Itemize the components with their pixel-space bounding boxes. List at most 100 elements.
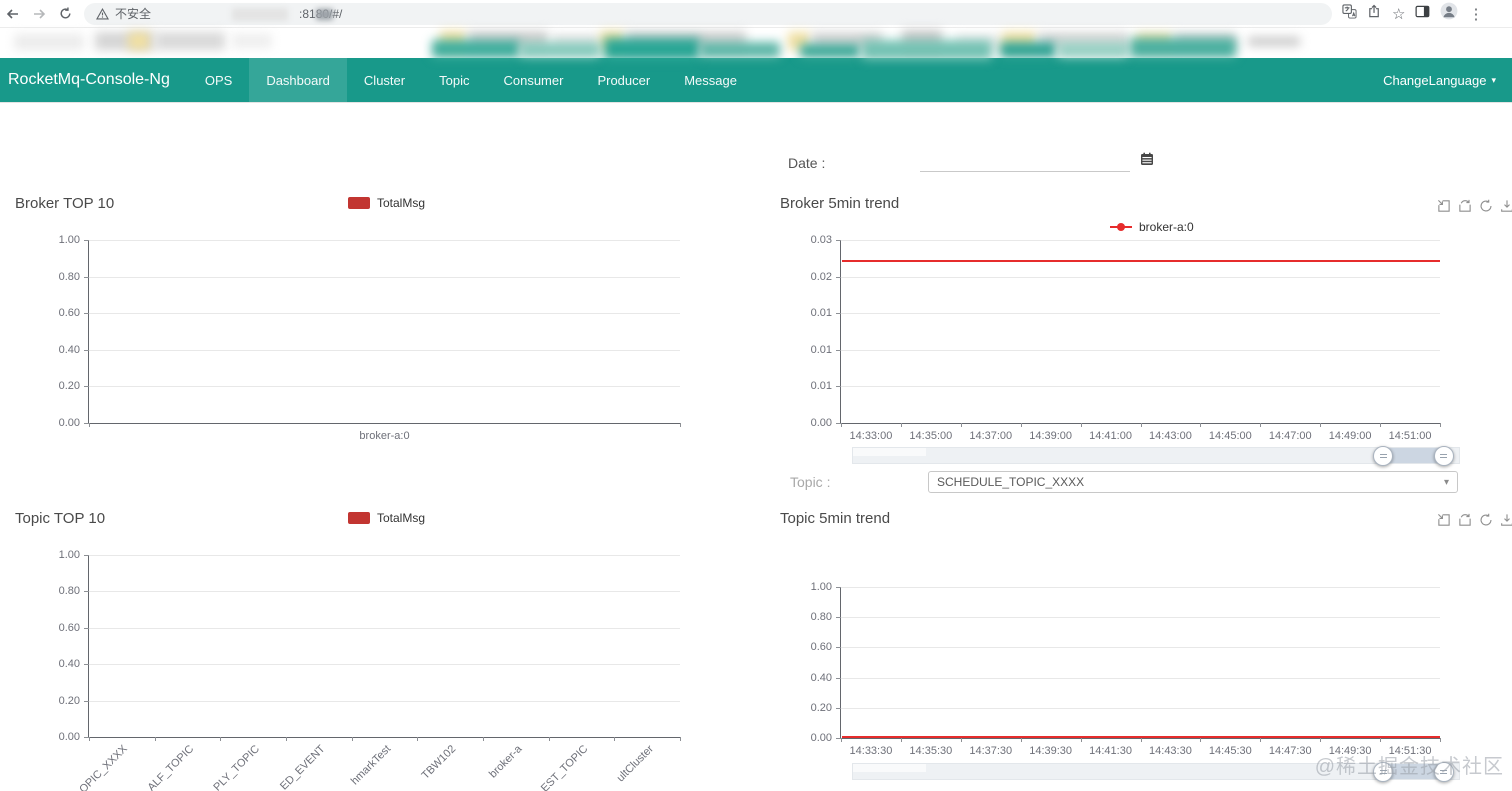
address-bar[interactable]: 不安全 :8180/#/ <box>84 2 1332 25</box>
topic-top10-legend[interactable]: TotalMsg <box>348 511 425 525</box>
gridline <box>841 313 1440 315</box>
y-axis-tick <box>84 627 89 629</box>
y-axis-tick <box>836 587 841 588</box>
page: 不安全 :8180/#/ ☆ ⋮ <box>0 0 1512 791</box>
back-icon[interactable] <box>0 1 26 27</box>
redacted-url-part <box>232 7 288 21</box>
x-tick-label: 14:41:00 <box>1089 430 1132 442</box>
app-brand[interactable]: RocketMq-Console-Ng <box>0 58 180 102</box>
broker-trend-chart[interactable]: 0.03 0.02 0.01 0.01 0.01 0.00 14:33:00 14:35:00… <box>811 234 1441 442</box>
broker-trend-datazoom-slider[interactable] <box>852 445 1460 466</box>
y-tick-label: 0.00 <box>810 732 832 744</box>
translate-icon[interactable] <box>1342 3 1357 24</box>
y-axis-tick <box>836 240 841 241</box>
gridline <box>89 700 680 702</box>
date-label: Date : <box>788 155 826 171</box>
x-tick-label: 14:43:30 <box>1149 745 1192 757</box>
x-tick-label: 14:47:00 <box>1268 430 1312 442</box>
gridline <box>841 386 1440 388</box>
gridline <box>89 386 680 388</box>
y-axis-tick <box>84 591 89 593</box>
reload-icon[interactable] <box>52 1 78 27</box>
data-zoom-icon[interactable] <box>1437 199 1451 213</box>
topic-top10-title: Topic TOP 10 <box>15 510 106 527</box>
x-tick-label-text: hmarkTest <box>348 743 393 788</box>
y-axis-tick <box>836 313 841 315</box>
download-icon[interactable] <box>1500 199 1512 213</box>
restore-zoom-icon[interactable] <box>1458 513 1472 527</box>
broker-top10-legend[interactable]: TotalMsg <box>348 196 425 210</box>
y-axis-tick <box>836 617 841 619</box>
trend-series-line <box>842 259 1440 262</box>
broker-top10-chart[interactable]: 1.00 0.80 0.60 0.40 0.20 0.00 broker-a:0 <box>59 234 681 442</box>
gridline <box>841 707 1440 709</box>
x-tick-label: 14:49:00 <box>1328 430 1372 442</box>
y-tick-label: 0.00 <box>810 417 832 429</box>
x-axis-tick <box>1080 738 1082 742</box>
nav-item-ops[interactable]: OPS <box>188 58 249 102</box>
x-tick-label-text: EST_TOPIC <box>538 743 590 791</box>
y-tick-label: 0.01 <box>810 343 832 356</box>
gridline <box>841 276 1440 278</box>
y-axis-tick <box>84 386 89 388</box>
refresh-icon[interactable] <box>1479 513 1493 527</box>
side-panel-icon[interactable] <box>1415 4 1430 24</box>
y-tick-label: 0.40 <box>58 658 80 671</box>
topic-top10-chart[interactable]: 1.00 0.80 0.60 0.40 0.20 0.00 OPIC_XXXX ALF_TOP… <box>59 549 681 791</box>
datazoom-handle-left[interactable] <box>1373 445 1394 466</box>
topic-select[interactable]: SCHEDULE_TOPIC_XXXX ▾ <box>928 471 1458 493</box>
topic-label: Topic : <box>790 474 831 490</box>
nav-item-dashboard[interactable]: Dashboard <box>249 58 347 102</box>
y-axis-tick <box>836 677 841 679</box>
broker-trend-toolbox <box>1437 199 1512 213</box>
x-axis-tick <box>614 737 616 741</box>
restore-zoom-icon[interactable] <box>1458 199 1472 213</box>
y-tick-label: 0.03 <box>810 234 832 246</box>
topic-trend-chart[interactable]: 1.00 0.80 0.60 0.40 0.20 0.00 14:33:30 14:35:30… <box>811 581 1441 757</box>
site-watermark: @稀土掘金技术社区 <box>1314 756 1504 778</box>
y-tick-label: 0.00 <box>58 731 80 743</box>
broker-trend-legend[interactable]: broker-a:0 <box>1110 220 1194 234</box>
datazoom-handle-right[interactable] <box>1433 445 1454 466</box>
y-axis-tick <box>84 276 89 278</box>
broker-top10-title: Broker TOP 10 <box>15 195 115 212</box>
broker-trend-title: Broker 5min trend <box>780 195 900 212</box>
y-tick-label: 1.00 <box>58 549 80 561</box>
share-icon[interactable] <box>1367 4 1382 24</box>
gridline <box>841 647 1440 649</box>
x-axis-tick <box>1140 423 1142 427</box>
x-tick-label: 14:41:30 <box>1089 745 1132 757</box>
nav-item-cluster[interactable]: Cluster <box>347 58 422 102</box>
y-tick-label: 0.60 <box>58 621 80 634</box>
profile-icon[interactable] <box>1440 2 1458 25</box>
y-tick-label: 0.01 <box>810 380 832 393</box>
nav-item-message[interactable]: Message <box>667 58 754 102</box>
date-input[interactable] <box>920 150 1130 172</box>
y-tick-label: 1.00 <box>58 234 80 246</box>
y-axis-tick <box>836 276 841 278</box>
y-tick-label: 0.20 <box>810 701 832 714</box>
data-zoom-icon[interactable] <box>1437 513 1451 527</box>
download-icon[interactable] <box>1500 513 1512 527</box>
calendar-icon[interactable] <box>1140 152 1154 171</box>
x-axis-tick <box>1320 738 1322 742</box>
x-tick-label-text: ED_EVENT <box>277 743 328 791</box>
nav-item-topic[interactable]: Topic <box>422 58 486 102</box>
change-language-menu[interactable]: ChangeLanguage ▾ <box>1383 58 1512 102</box>
nav-item-consumer[interactable]: Consumer <box>486 58 580 102</box>
x-axis-tick <box>154 737 156 741</box>
menu-kebab-icon[interactable]: ⋮ <box>1468 5 1483 23</box>
x-tick-label: 14:35:00 <box>909 430 953 442</box>
chevron-down-icon: ▾ <box>1491 74 1496 85</box>
y-axis-tick <box>836 386 841 388</box>
forward-icon[interactable] <box>26 1 52 27</box>
x-axis-tick <box>1440 738 1441 742</box>
x-axis-tick <box>1200 738 1202 742</box>
x-axis-tick <box>900 423 902 427</box>
nav-item-producer[interactable]: Producer <box>580 58 667 102</box>
refresh-icon[interactable] <box>1479 199 1493 213</box>
star-icon[interactable]: ☆ <box>1392 5 1405 23</box>
x-tick-label: 14:33:30 <box>849 745 893 757</box>
gridline <box>841 240 1440 241</box>
datazoom-shadow <box>853 448 926 457</box>
